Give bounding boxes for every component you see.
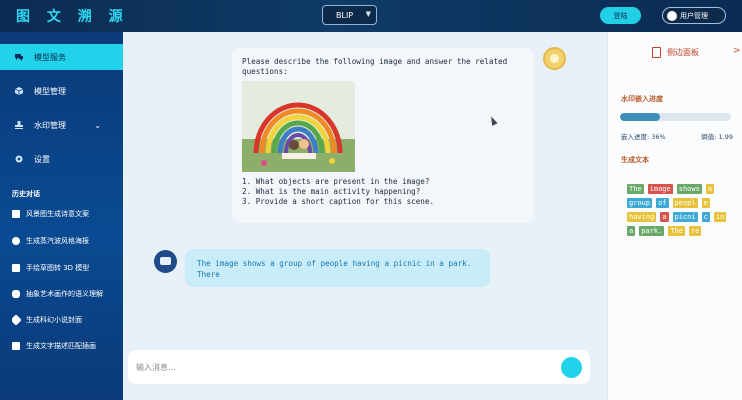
token-chip: peopl [672,198,698,208]
token-chip: image [647,184,673,194]
token-list: The image shows a group of peopl e having a picni c… [627,184,735,236]
message-input[interactable] [136,358,556,376]
question-item: 2. What is the main activity happening? [242,187,421,196]
sidebar-item-watermark-management[interactable]: 水印管理 ⌄ [0,112,123,138]
watermark-progress-fill [620,113,660,121]
history-item[interactable]: 生成科幻小说封面 [12,315,122,325]
progress-stats: 嵌入进度: 36% 熵值: 1.99 [621,131,733,141]
sidebar-item-label: 水印管理 [34,120,66,130]
token-chip: in [713,212,727,222]
token-chip: e [701,198,710,208]
history-item[interactable]: 生成文字描述匹配插画 [12,341,122,351]
generated-text-label: 生成文本 [621,156,649,164]
token-chip: park. [639,226,665,236]
bot-avatar [154,250,177,273]
token-chip: group [627,198,653,208]
progress-percent-text: 嵌入进度: 36% [621,133,666,141]
bot-message-bubble: The image shows a group of people having… [185,249,490,287]
history-item[interactable]: 风景图生成诗意文案 [12,209,122,219]
panel-title-text: 侧边面板 [667,48,699,57]
sidebar-item-settings[interactable]: 设置 [0,146,123,172]
model-select-value: BLIP [336,10,354,20]
sidebar: 模型服务 模型管理 水印管理 ⌄ 设置 历史对话 风景图生成诗意文案 生成蒸汽波… [0,32,123,400]
watermark-progress-bar [620,113,731,121]
chevron-down-icon: ▼ [365,10,371,18]
question-item: 1. What objects are present in the image… [242,177,430,186]
top-bar: 图 文 溯 源 BLIP ▼ 登陆 用户管理 [0,0,742,32]
app-title: 图 文 溯 源 [16,9,129,25]
token-chip: shows [676,184,702,194]
cube-icon [12,264,20,272]
user-icon [667,10,677,21]
token-chip: The [627,184,644,194]
image-icon [12,210,20,218]
message-input-bar [128,350,590,384]
stamp-icon [14,120,24,130]
history-item-label: 手绘草图转 3D 模型 [26,264,90,272]
history-item-label: 抽象艺术画作的语义理解 [26,290,103,298]
user-message-bubble: Please describe the following image and … [232,48,534,223]
history-item-label: 生成蒸汽波风格海报 [26,237,89,245]
token-chip: a [705,184,715,194]
token-chip: having [627,212,657,222]
collapse-panel-button[interactable]: > [733,46,741,56]
history-item[interactable]: 手绘草图转 3D 模型 [12,263,122,273]
sidebar-item-model-service[interactable]: 模型服务 [0,44,123,70]
token-chip: a [660,212,669,222]
user-management-button[interactable]: 用户管理 [662,7,726,24]
model-select[interactable]: BLIP ▼ [322,5,377,25]
user-message-intro: Please describe the following image and … [242,57,508,76]
panel-icon [652,47,661,58]
watermark-progress-label: 水印嵌入进度 [621,95,663,103]
sidebar-item-model-management[interactable]: 模型管理 [0,78,123,104]
entropy-text: 熵值: 1.99 [701,133,733,141]
question-item: 3. Provide a short caption for this scen… [242,197,435,206]
token-chip: c [701,212,710,222]
user-avatar [543,47,566,70]
token-chip: of [656,198,669,208]
attached-image [242,81,355,172]
token-chip: The [668,226,685,236]
chat-icon [14,52,24,62]
send-button[interactable] [561,357,582,378]
token-chip: a [627,226,636,236]
palette-icon [12,237,20,245]
side-panel: 侧边面板 > 水印嵌入进度 嵌入进度: 36% 熵值: 1.99 生成文本 Th… [607,32,742,400]
sidebar-item-label: 模型服务 [34,52,66,62]
history-item-label: 生成科幻小说封面 [26,316,82,324]
chevron-down-icon: ⌄ [94,120,101,130]
token-chip: re [688,226,702,236]
history-item-label: 生成文字描述匹配插画 [26,342,96,350]
sidebar-item-label: 模型管理 [34,86,66,96]
history-item[interactable]: 抽象艺术画作的语义理解 [12,289,122,299]
cube-icon [14,86,24,96]
history-item-label: 风景图生成诗意文案 [26,210,89,218]
history-title: 历史对话 [12,190,40,198]
history-item[interactable]: 生成蒸汽波风格海报 [12,236,122,246]
rocket-icon [12,315,22,325]
panel-title: 侧边面板 [652,47,699,58]
token-chip: picni [672,212,698,222]
user-management-label: 用户管理 [680,11,708,20]
login-button[interactable]: 登陆 [600,7,641,24]
book-icon [12,342,20,350]
sidebar-item-label: 设置 [34,154,50,164]
brain-icon [12,290,20,298]
gear-icon [14,154,24,164]
